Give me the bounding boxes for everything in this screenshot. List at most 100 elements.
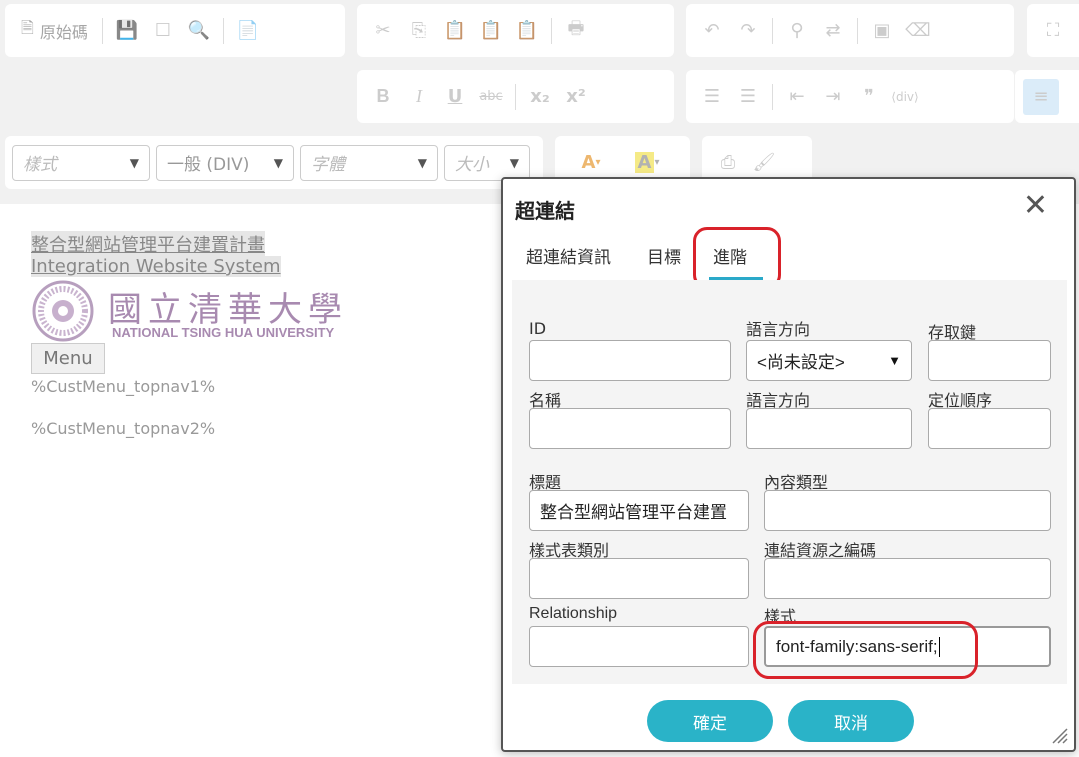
toolbar-group-clipboard: ✂ ⎘ 📋 📋 📋 🖶 — [357, 4, 674, 57]
save-button[interactable]: 💾 — [109, 13, 145, 49]
university-logo: 國立清華大學 NATIONAL TSING HUA UNIVERSITY — [32, 280, 372, 342]
cust-menu-placeholder-2: %CustMenu_topnav2% — [31, 419, 216, 438]
bulleted-list-icon: ☰ — [739, 86, 757, 107]
font-combo-label: 字體 — [311, 155, 345, 175]
div-icon: ⟨div⟩ — [891, 89, 919, 104]
print-button[interactable]: 🖶 — [558, 13, 594, 49]
tab-target[interactable]: 目標 — [647, 243, 681, 268]
undo-icon: ↶ — [704, 20, 720, 41]
hyperlink-dialog: 超連結 ✕ 超連結資訊 目標 進階 ID 語言方向 <尚未設定> ▼ 存取鍵 名… — [501, 177, 1076, 752]
dialog-title: 超連結 — [515, 199, 575, 223]
paste-text-icon: 📋 — [479, 20, 503, 41]
replace-button[interactable]: ⇄ — [815, 13, 851, 49]
templates-button[interactable]: 📄 — [230, 13, 266, 49]
strikethrough-button[interactable]: abc — [473, 79, 509, 115]
style-combo-label: 樣式 — [23, 155, 57, 175]
resize-handle-icon[interactable] — [1050, 726, 1068, 744]
paste-text-button[interactable]: 📋 — [473, 13, 509, 49]
document-icon: 🗎 — [21, 18, 34, 37]
id-field[interactable] — [529, 340, 731, 381]
lang-code-field[interactable] — [746, 408, 912, 449]
copy-format-button[interactable]: 🖌 — [746, 145, 782, 181]
numbered-list-button[interactable]: ☰ — [694, 79, 730, 115]
redo-button[interactable]: ↷ — [730, 13, 766, 49]
style-combo[interactable]: 樣式 ▼ — [12, 144, 150, 181]
chevron-down-icon: ▼ — [417, 155, 427, 170]
create-div-button[interactable]: ⟨div⟩ — [887, 79, 923, 115]
find-button[interactable]: ⚲ — [779, 13, 815, 49]
remove-format-button[interactable]: ⌫ — [900, 13, 936, 49]
toolbar-separator — [857, 17, 858, 44]
size-combo[interactable]: 大小 ▼ — [444, 144, 530, 181]
toolbar-group-basic-styles: B I U abc x₂ x² — [357, 70, 674, 123]
editor-toolbar: 🗎 原始碼 💾 ☐ 🔍 📄 ✂ ⎘ 📋 📋 📋 🖶 ↶ ↷ ⚲ ⇄ ▣ ⌫ ⛶ … — [0, 0, 1079, 204]
cust-menu-placeholder-1: %CustMenu_topnav1% — [31, 377, 216, 396]
align-left-button[interactable]: ≡ — [1023, 78, 1059, 115]
format-combo[interactable]: 一般 (DIV) ▼ — [156, 144, 294, 181]
toolbar-group-view: ⛶ — [1027, 4, 1079, 57]
paste-button[interactable]: 📋 — [437, 13, 473, 49]
tab-link-info[interactable]: 超連結資訊 — [526, 243, 611, 268]
preview-button[interactable]: 🔍 — [181, 13, 217, 49]
blockquote-button[interactable]: ❞ — [851, 79, 887, 115]
bulleted-list-button[interactable]: ☰ — [730, 79, 766, 115]
size-combo-label: 大小 — [455, 155, 489, 175]
copy-button[interactable]: ⎘ — [401, 13, 437, 49]
select-all-icon: ▣ — [873, 20, 891, 41]
lang-dir-label: 語言方向 — [746, 320, 811, 339]
font-combo[interactable]: 字體 ▼ — [300, 144, 438, 181]
copy-icon: ⎘ — [411, 20, 427, 41]
outdent-button[interactable]: ⇤ — [779, 79, 815, 115]
name-field[interactable] — [529, 408, 731, 449]
content-type-field[interactable] — [764, 490, 1051, 531]
bold-button[interactable]: B — [365, 79, 401, 115]
outdent-icon: ⇤ — [789, 86, 805, 107]
show-blocks-button[interactable]: ⎙ — [710, 145, 746, 181]
new-page-button[interactable]: ☐ — [145, 13, 181, 49]
ok-button[interactable]: 確定 — [647, 700, 773, 742]
menu-button[interactable]: Menu — [31, 343, 105, 374]
undo-button[interactable]: ↶ — [694, 13, 730, 49]
close-icon[interactable]: ✕ — [1023, 191, 1048, 221]
content-link-chinese[interactable]: 整合型網站管理平台建置計畫 — [31, 231, 265, 257]
source-button[interactable]: 🗎 原始碼 — [13, 13, 96, 49]
underline-button[interactable]: U — [437, 79, 473, 115]
numbered-list-icon: ☰ — [703, 86, 721, 107]
toolbar-separator — [515, 83, 516, 110]
toolbar-group-align: ≡ — [1015, 70, 1079, 123]
italic-button[interactable]: I — [401, 79, 437, 115]
tab-index-field[interactable] — [928, 408, 1051, 449]
indent-icon: ⇥ — [825, 86, 841, 107]
relationship-field[interactable] — [529, 626, 749, 667]
indent-button[interactable]: ⇥ — [815, 79, 851, 115]
relationship-label: Relationship — [529, 605, 618, 622]
access-key-field[interactable] — [928, 340, 1051, 381]
chevron-down-icon: ▾ — [595, 157, 601, 168]
binoculars-icon: ⚲ — [790, 20, 804, 41]
chevron-down-icon: ▼ — [273, 155, 283, 170]
superscript-button[interactable]: x² — [558, 79, 594, 115]
toolbar-group-editing: ↶ ↷ ⚲ ⇄ ▣ ⌫ — [686, 4, 1014, 57]
lang-dir-select[interactable]: <尚未設定> ▼ — [746, 340, 912, 381]
toolbar-group-paragraph: ☰ ☰ ⇤ ⇥ ❞ ⟨div⟩ — [686, 70, 1014, 123]
lang-dir-value: <尚未設定> — [757, 353, 845, 372]
title-field[interactable]: 整合型網站管理平台建置 — [529, 490, 749, 531]
source-button-label: 原始碼 — [39, 22, 88, 42]
chevron-down-icon: ▼ — [129, 155, 139, 170]
toolbar-group-document: 🗎 原始碼 💾 ☐ 🔍 📄 — [5, 4, 345, 57]
templates-icon: 📄 — [236, 20, 260, 41]
maximize-button[interactable]: ⛶ — [1035, 13, 1071, 49]
cut-button[interactable]: ✂ — [365, 13, 401, 49]
bg-color-button[interactable]: A ▾ — [619, 145, 675, 181]
charset-field[interactable] — [764, 558, 1051, 599]
paste-word-button[interactable]: 📋 — [509, 13, 545, 49]
stylesheet-classes-field[interactable] — [529, 558, 749, 599]
subscript-button[interactable]: x₂ — [522, 79, 558, 115]
content-link-english[interactable]: Integration Website System — [31, 256, 281, 277]
text-color-button[interactable]: A ▾ — [563, 145, 619, 181]
toolbar-separator — [551, 17, 552, 44]
cancel-button[interactable]: 取消 — [788, 700, 914, 742]
format-combo-label: 一般 (DIV) — [167, 155, 250, 175]
select-all-button[interactable]: ▣ — [864, 13, 900, 49]
toolbar-separator — [222, 17, 224, 44]
